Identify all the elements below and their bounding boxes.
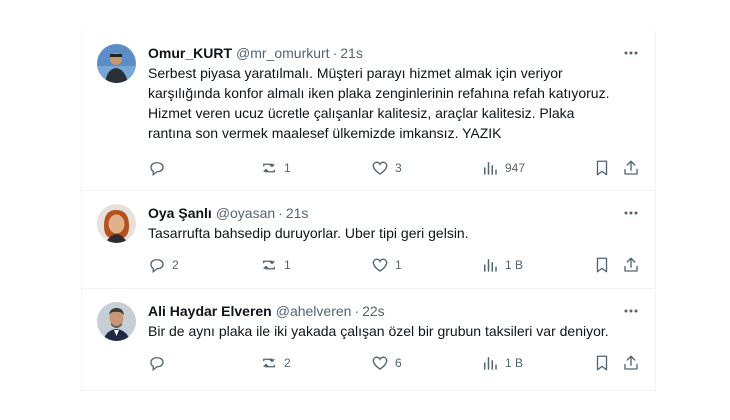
tweet[interactable]: Oya Şanlı @oyasan · 21s Tasarrufta bahse…	[82, 191, 655, 289]
avatar[interactable]	[97, 44, 136, 83]
author-handle[interactable]: @ahelveren	[276, 303, 352, 319]
reply-icon	[150, 162, 164, 177]
views-button[interactable]: 947	[481, 158, 525, 178]
action-bar: 1 3 947	[148, 158, 641, 178]
tweet-header: Omur_KURT @mr_omurkurt · 21s	[148, 43, 641, 63]
share-icon	[624, 355, 638, 370]
views-button[interactable]: 1 B	[481, 353, 523, 373]
tweet-header: Oya Şanlı @oyasan · 21s	[148, 203, 641, 223]
timestamp[interactable]: 22s	[362, 303, 385, 319]
action-bar: 2 1 1 1 B	[148, 255, 641, 275]
more-icon	[624, 309, 638, 313]
separator: ·	[354, 303, 360, 319]
more-icon	[624, 211, 638, 215]
retweet-button[interactable]: 1	[260, 255, 291, 275]
retweet-count: 1	[284, 258, 291, 272]
like-button[interactable]: 1	[371, 255, 402, 275]
avatar-photo-icon	[97, 44, 136, 83]
tweet-text: Tasarrufta bahsedip duruyorlar. Uber tip…	[148, 225, 469, 241]
bookmark-button[interactable]	[593, 255, 611, 275]
reply-button[interactable]	[148, 158, 172, 178]
author-name[interactable]: Oya Şanlı	[148, 205, 212, 221]
timestamp[interactable]: 21s	[286, 205, 309, 221]
views-icon	[484, 259, 497, 272]
avatar[interactable]	[97, 302, 136, 341]
share-icon	[624, 257, 638, 272]
reply-count: 2	[172, 258, 179, 272]
view-count: 1 B	[505, 356, 524, 370]
tweet-header: Ali Haydar Elveren @ahelveren · 22s	[148, 301, 641, 321]
like-button[interactable]: 3	[371, 158, 402, 178]
share-button[interactable]	[622, 255, 640, 275]
reply-button[interactable]	[148, 353, 172, 373]
retweet-count: 2	[284, 356, 291, 370]
reply-icon	[150, 259, 164, 274]
separator: ·	[278, 205, 283, 221]
share-button[interactable]	[622, 158, 640, 178]
more-button[interactable]	[621, 43, 641, 63]
like-icon	[372, 161, 388, 175]
timestamp[interactable]: 21s	[340, 45, 363, 61]
author-handle[interactable]: @oyasan	[216, 205, 275, 221]
author-name[interactable]: Omur_KURT	[148, 45, 232, 61]
retweet-icon	[263, 260, 275, 270]
more-icon	[624, 51, 638, 55]
tweet[interactable]: Ali Haydar Elveren @ahelveren · 22s Bir …	[82, 289, 655, 391]
like-icon	[372, 356, 388, 370]
share-icon	[624, 160, 638, 175]
bookmark-button[interactable]	[593, 158, 611, 178]
tweet[interactable]: Omur_KURT @mr_omurkurt · 21s Serbest piy…	[82, 31, 655, 191]
reply-icon	[150, 357, 164, 372]
like-icon	[372, 258, 388, 272]
retweet-count: 1	[284, 161, 291, 175]
author-handle[interactable]: @mr_omurkurt	[236, 45, 330, 61]
tweet-text: Bir de aynı plaka ile iki yakada çalışan…	[148, 323, 609, 339]
separator: ·	[332, 45, 338, 61]
avatar[interactable]	[97, 204, 136, 243]
views-button[interactable]: 1 B	[481, 255, 523, 275]
tweet-text: Serbest piyasa yaratılmalı. Müşteri para…	[148, 65, 610, 141]
reply-button[interactable]: 2	[148, 255, 179, 275]
more-button[interactable]	[621, 301, 641, 321]
retweet-button[interactable]: 1	[260, 158, 291, 178]
view-count: 1 B	[505, 258, 524, 272]
like-count: 3	[395, 161, 402, 175]
like-button[interactable]: 6	[371, 353, 402, 373]
like-count: 1	[395, 258, 402, 272]
like-count: 6	[395, 356, 402, 370]
retweet-icon	[263, 358, 275, 368]
views-icon	[484, 162, 497, 175]
view-count: 947	[505, 161, 526, 175]
avatar-photo-icon	[97, 204, 136, 243]
bookmark-icon	[596, 160, 608, 176]
more-button[interactable]	[621, 203, 641, 223]
bookmark-button[interactable]	[593, 353, 611, 373]
avatar-photo-icon	[97, 302, 136, 341]
views-icon	[484, 357, 497, 370]
share-button[interactable]	[622, 353, 640, 373]
bookmark-icon	[596, 355, 608, 371]
tweet-feed: Omur_KURT @mr_omurkurt · 21s Serbest piy…	[81, 31, 656, 391]
action-bar: 2 6 1 B	[148, 353, 641, 373]
retweet-icon	[263, 163, 275, 173]
author-name[interactable]: Ali Haydar Elveren	[148, 303, 272, 319]
bookmark-icon	[596, 257, 608, 273]
retweet-button[interactable]: 2	[260, 353, 291, 373]
